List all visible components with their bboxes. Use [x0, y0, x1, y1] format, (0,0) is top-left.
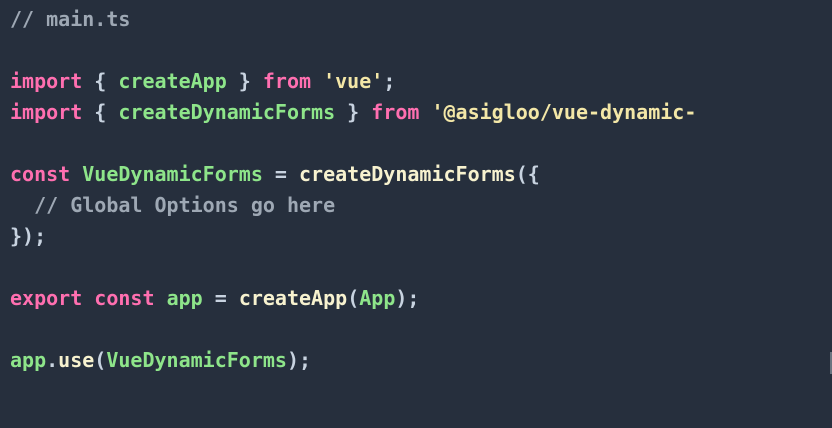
code-token-punct [82, 286, 94, 310]
code-token-punct: { [82, 100, 119, 124]
code-token-var: App [359, 286, 396, 310]
code-token-punct: = [262, 162, 300, 186]
code-token-keyword: from [371, 100, 420, 124]
code-line: }); [10, 221, 832, 252]
code-token-keyword: import [10, 100, 83, 124]
code-token-punct [155, 286, 167, 310]
code-token-punct: ); [286, 348, 312, 372]
code-token-punct: { [82, 69, 119, 93]
code-line: // Global Options go here [10, 190, 832, 221]
code-line: // main.ts [10, 4, 832, 35]
code-token-var: createDynamicForms [118, 100, 336, 124]
code-token-punct: }); [10, 224, 47, 248]
code-token-punct: . [46, 348, 59, 372]
code-token-punct: } [335, 100, 372, 124]
code-token-punct: ( [94, 348, 107, 372]
code-line: import { createDynamicForms } from '@asi… [10, 97, 832, 128]
code-token-punct: ; [383, 69, 396, 93]
code-token-punct: = [202, 286, 239, 310]
code-token-comment: // Global Options go here [10, 193, 336, 217]
code-token-punct [311, 69, 323, 93]
code-token-punct [70, 162, 82, 186]
code-token-keyword: const [94, 286, 155, 310]
code-token-var: VueDynamicForms [106, 348, 287, 372]
code-line: ​ [10, 252, 832, 283]
code-token-keyword: from [262, 69, 312, 93]
code-token-keyword: const [10, 162, 71, 186]
code-editor: // main.ts​import { createApp } from 'vu… [0, 0, 832, 428]
code-line: import { createApp } from 'vue'; [10, 66, 832, 97]
code-line: export const app = createApp(App); [10, 283, 832, 314]
code-token-string: 'vue' [323, 69, 384, 93]
code-token-var: VueDynamicForms [82, 162, 263, 186]
code-block[interactable]: // main.ts​import { createApp } from 'vu… [10, 4, 832, 376]
code-line: ​ [10, 314, 832, 345]
code-line: const VueDynamicForms = createDynamicFor… [10, 159, 832, 190]
code-line: ​ [10, 35, 832, 66]
code-token-func: createApp [238, 286, 348, 310]
code-token-keyword: import [10, 69, 83, 93]
code-token-punct: ({ [515, 162, 540, 186]
code-token-punct [419, 100, 431, 124]
code-token-func: use [58, 348, 95, 372]
code-line: app.use(VueDynamicForms); [10, 345, 832, 376]
code-line: ​ [10, 128, 832, 159]
code-token-comment: // main.ts [10, 7, 131, 31]
code-token-var: app [166, 286, 203, 310]
code-token-var: createApp [118, 69, 227, 93]
code-token-punct: ( [347, 286, 360, 310]
code-token-keyword: export [10, 286, 83, 310]
code-token-func: createDynamicForms [299, 162, 516, 186]
code-token-punct: } [226, 69, 263, 93]
code-token-var: app [10, 348, 47, 372]
code-token-string: '@asigloo/vue-dynamic- [431, 100, 697, 124]
code-token-punct: ); [395, 286, 420, 310]
